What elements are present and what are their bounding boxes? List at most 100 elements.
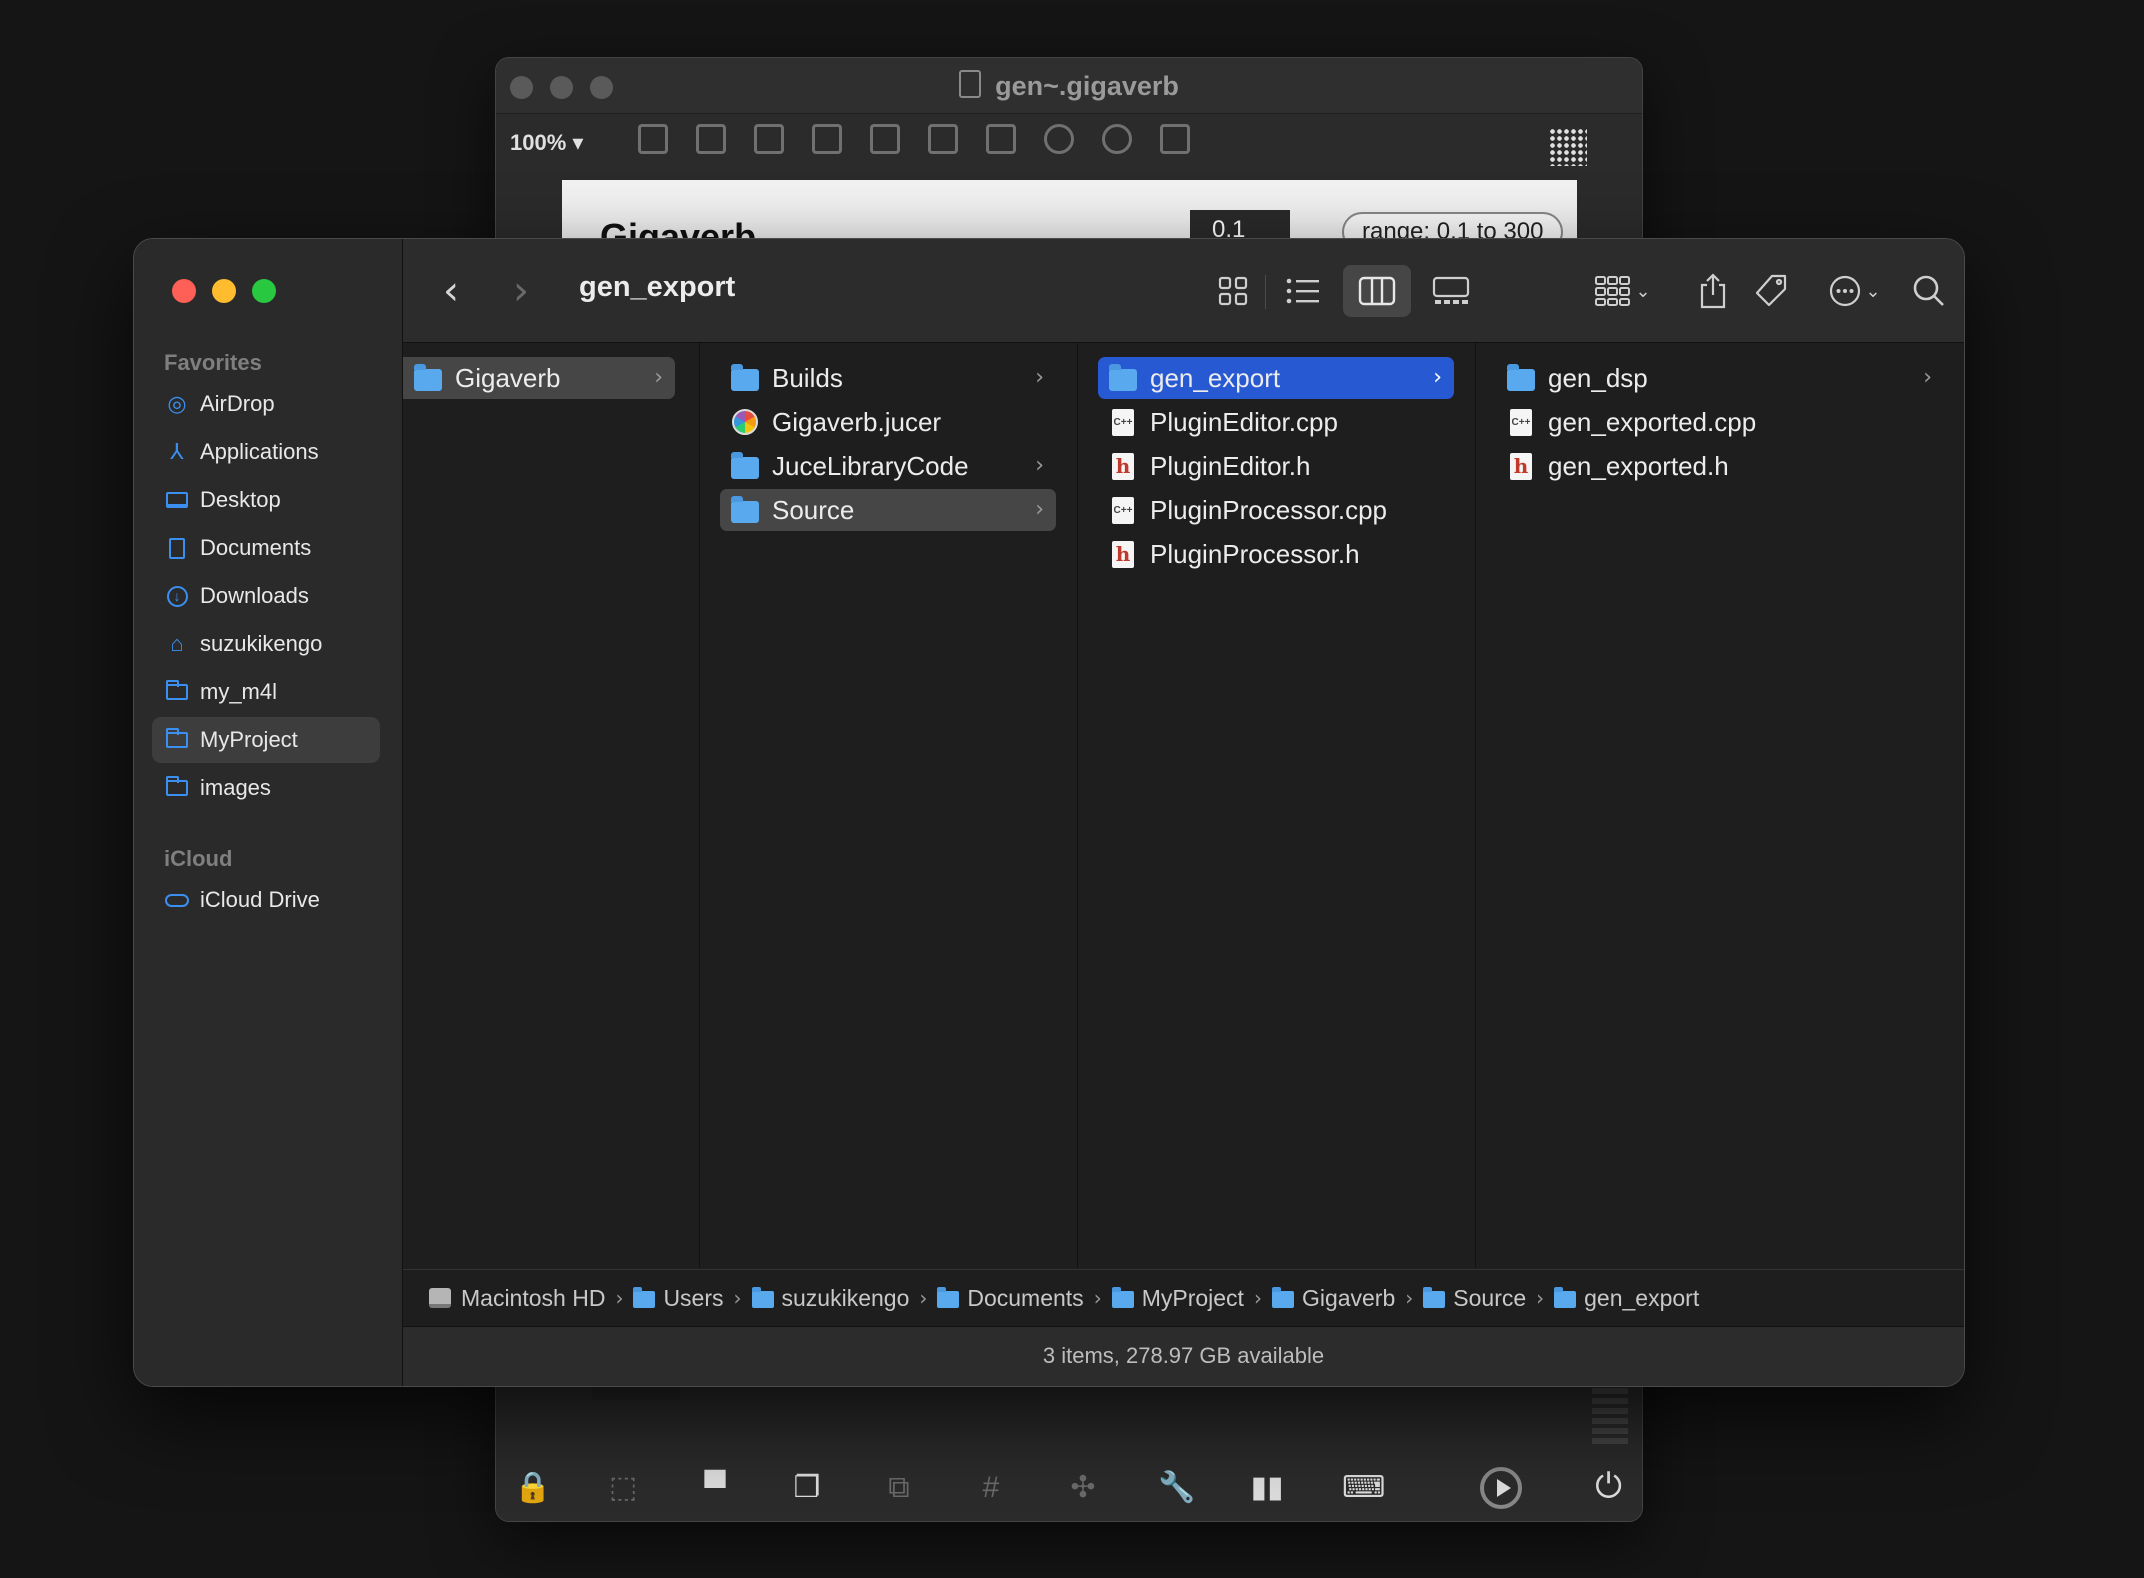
play-object-icon[interactable] [928,124,958,154]
column-1: Gigaverb › [403,343,700,1268]
sidebar-item-downloads[interactable]: ↓ Downloads [152,573,380,619]
folder-icon [166,680,188,700]
minimize-button[interactable] [212,279,236,303]
list-item[interactable]: JuceLibraryCode › [720,445,1056,487]
zoom-menu[interactable]: 100% ▾ [510,130,583,156]
snap-icon[interactable]: ⧉ [882,1471,916,1505]
list-item[interactable]: Source › [720,489,1056,531]
sidebar-item-icloud-drive[interactable]: iCloud Drive [152,877,380,923]
power-icon[interactable]: ⏻ [1595,1467,1622,1506]
path-item-source[interactable]: Source [1423,1285,1526,1312]
path-item-documents[interactable]: Documents [937,1284,1084,1312]
mixer-icon[interactable]: ▮▮ [1250,1471,1284,1505]
search-button[interactable] [1903,265,1955,317]
icon-grid-icon [1218,276,1248,306]
list-item[interactable]: h PluginProcessor.h [1098,533,1454,575]
path-item-label: MyProject [1141,1284,1244,1311]
sidebar-item-applications[interactable]: ⅄ Applications [152,429,380,475]
share-button[interactable] [1687,265,1739,317]
window-controls [172,279,276,303]
sidebar-item-my-m4l[interactable]: my_m4l [152,669,380,715]
column-browser: Gigaverb › Builds › Gigaverb.jucer JuceL… [403,343,1964,1268]
grid-icon[interactable] [1549,128,1587,166]
finder-main: ‹ › gen_export ⌄ ⌄ Gigaverb › Builds › G… [403,239,1964,1386]
path-item-users[interactable]: Users [633,1285,724,1312]
item-label: Source [772,494,855,525]
group-button[interactable]: ⌄ [1583,265,1663,317]
sidebar-item-label: Downloads [200,583,309,608]
chevron-right-icon: › [1035,453,1044,478]
sidebar-item-airdrop[interactable]: ◎ AirDrop [152,381,380,427]
chevron-right-icon: › [654,365,663,390]
sidebar-item-label: my_m4l [200,679,278,704]
header-file-icon: h [1112,452,1134,480]
list-item[interactable]: C++ PluginProcessor.cpp [1098,489,1454,531]
presentation-icon[interactable]: ▀ [698,1471,732,1505]
list-item[interactable]: gen_export › [1098,357,1454,399]
folder-icon [166,728,188,748]
debug-icon[interactable]: ✣ [1066,1471,1100,1505]
paint-bucket-icon[interactable] [1160,124,1190,154]
lock-icon[interactable]: 🔒 [514,1471,551,1505]
cloud-icon [165,893,189,907]
path-item-macintosh-hd[interactable]: Macintosh HD [429,1285,605,1312]
sidebar-item-home[interactable]: ⌂ suzukikengo [152,621,380,667]
path-item-label: Source [1453,1284,1527,1311]
gallery-view-button[interactable] [1425,265,1477,317]
sidebar-item-label: Desktop [200,487,281,512]
sidebar-item-images[interactable]: images [152,765,380,811]
edit-mode-icon[interactable]: ⬚ [606,1471,640,1505]
fullscreen-button[interactable] [252,279,276,303]
audio-on-icon[interactable] [1480,1467,1522,1509]
forward-button[interactable]: › [513,271,529,311]
message-box-icon[interactable] [696,124,726,154]
column-view-button[interactable] [1343,265,1411,317]
action-button[interactable]: ⌄ [1815,265,1895,317]
list-item[interactable]: gen_dsp › [1496,357,1944,399]
list-icon [1286,278,1319,304]
sidebar-item-desktop[interactable]: Desktop [152,477,380,523]
zoom-level: 100% [510,130,567,155]
header-file-icon: h [1510,452,1532,480]
object-box-icon[interactable] [638,124,668,154]
keyboard-icon[interactable]: ⌨ [1342,1471,1385,1505]
sidebar-item-myproject[interactable]: MyProject [152,717,380,763]
close-button[interactable] [172,279,196,303]
chevron-right-icon: › [1035,365,1044,390]
path-item-suzukikengo[interactable]: suzukikengo [751,1285,909,1312]
path-item-label: Documents [967,1284,1084,1311]
dial-icon[interactable] [1044,124,1074,154]
comment-icon[interactable] [754,124,784,154]
sidebar-item-label: images [200,775,271,800]
tags-button[interactable] [1745,265,1797,317]
back-button[interactable]: ‹ [443,271,459,311]
wrench-icon[interactable]: 🔧 [1158,1471,1195,1505]
path-item-gen-export[interactable]: gen_export [1554,1285,1699,1312]
level-meter [1592,1388,1628,1448]
desktop-icon [166,492,188,508]
toggle-icon[interactable] [812,124,842,154]
item-label: PluginProcessor.cpp [1150,494,1388,525]
list-item[interactable]: h gen_exported.h [1496,445,1944,487]
document-icon [169,537,185,559]
cpp-file-icon: C++ [1112,496,1134,524]
list-view-button[interactable] [1277,265,1329,317]
list-item[interactable]: Gigaverb.jucer [720,401,1056,443]
slider-icon[interactable] [986,124,1016,154]
list-item[interactable]: C++ PluginEditor.cpp [1098,401,1454,443]
item-label: Gigaverb.jucer [772,406,942,437]
add-object-icon[interactable] [1102,124,1132,154]
path-item-myproject[interactable]: MyProject [1111,1284,1244,1312]
list-item[interactable]: C++ gen_exported.cpp [1496,401,1944,443]
sidebar-item-documents[interactable]: Documents [152,525,380,571]
list-item[interactable]: h PluginEditor.h [1098,445,1454,487]
list-item[interactable]: Gigaverb › [403,357,675,399]
grid-toggle-icon[interactable]: # [974,1471,1008,1505]
windows-icon[interactable]: ❐ [790,1471,824,1505]
window-title: gen_export [579,271,736,303]
icon-view-button[interactable] [1207,265,1259,317]
folder-icon [633,1287,656,1308]
path-item-gigaverb[interactable]: Gigaverb [1271,1285,1395,1312]
button-object-icon[interactable] [870,124,900,154]
list-item[interactable]: Builds › [720,357,1056,399]
